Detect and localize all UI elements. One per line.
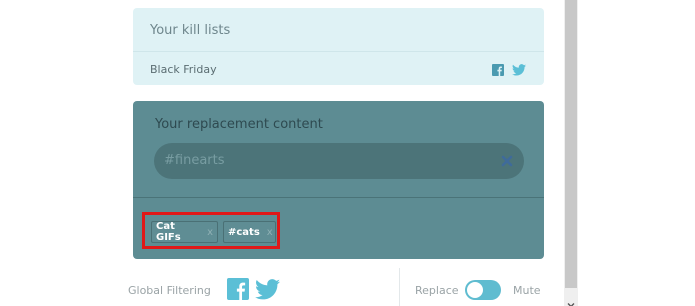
replacement-input-value: #finearts	[164, 153, 225, 168]
mute-label: Mute	[513, 284, 541, 297]
kill-lists-title: Your kill lists	[150, 23, 231, 38]
facebook-icon[interactable]	[227, 278, 249, 304]
kill-list-item-black-friday[interactable]: Black Friday	[150, 63, 217, 76]
vertical-scrollbar[interactable]	[564, 0, 578, 306]
kill-list-share-icons	[492, 61, 526, 80]
twitter-icon[interactable]	[255, 278, 280, 304]
footer-social-icons	[227, 278, 280, 304]
kill-lists-card: Your kill lists Black Friday	[133, 8, 544, 85]
scrollbar-thumb[interactable]	[565, 0, 577, 288]
twitter-icon[interactable]	[512, 61, 526, 80]
tags-highlight-box	[142, 212, 280, 249]
replacement-content-card: Your replacement content #finearts Cat G…	[133, 101, 544, 259]
global-filtering-label: Global Filtering	[128, 284, 211, 297]
replace-label: Replace	[415, 284, 459, 297]
toggle-knob	[467, 282, 483, 298]
footer-divider	[399, 268, 400, 306]
chevron-down-icon[interactable]	[567, 294, 575, 306]
clear-icon[interactable]	[500, 153, 514, 167]
facebook-icon[interactable]	[492, 61, 504, 80]
replacement-divider	[133, 197, 544, 198]
extension-panel: Your kill lists Black Friday Your replac…	[0, 0, 695, 306]
replacement-content-input[interactable]: #finearts	[154, 143, 524, 179]
kill-lists-divider	[133, 51, 544, 52]
replace-mute-toggle[interactable]	[465, 280, 501, 300]
replacement-content-title: Your replacement content	[155, 117, 323, 132]
